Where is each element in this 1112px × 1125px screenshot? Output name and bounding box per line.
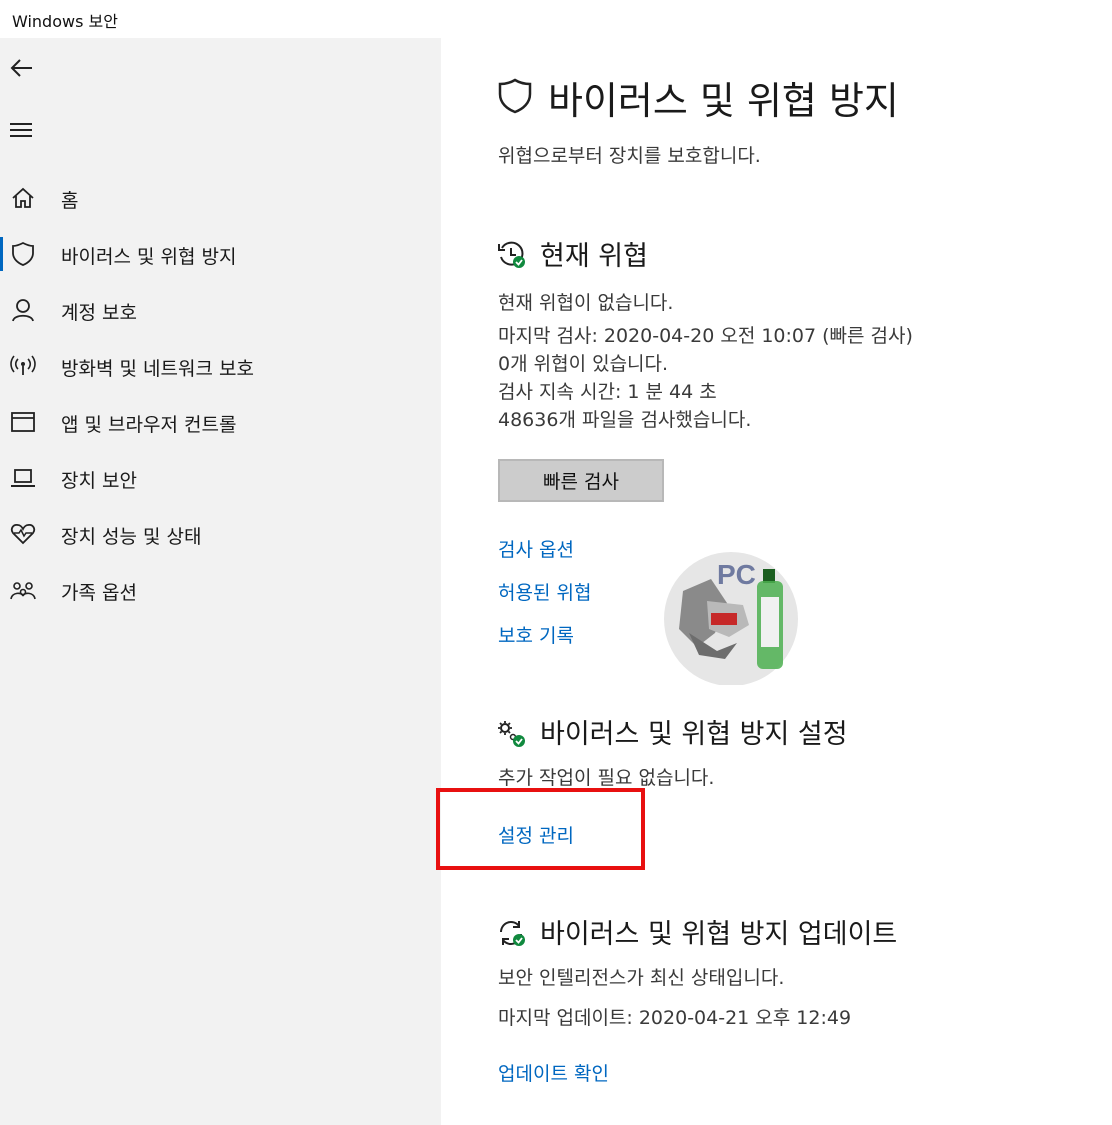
title-bar: Windows 보안 — [0, 0, 1112, 38]
family-icon — [10, 582, 36, 600]
check-updates-link[interactable]: 업데이트 확인 — [498, 1059, 609, 1086]
settings-heading: 바이러스 및 위협 방지 설정 — [540, 719, 848, 750]
sidebar-item-label: 장치 보안 — [61, 470, 137, 492]
update-refresh-icon — [500, 921, 525, 946]
sidebar-item-label: 방화벽 및 네트워크 보호 — [61, 358, 254, 380]
shield-icon — [498, 78, 532, 114]
scan-options-link[interactable]: 검사 옵션 — [498, 535, 574, 562]
home-icon — [12, 187, 34, 208]
sidebar-item-label: 바이러스 및 위협 방지 — [61, 246, 237, 268]
threat-status-text: 현재 위협이 없습니다. — [498, 292, 674, 314]
updates-heading: 바이러스 및 위협 방지 업데이트 — [540, 919, 898, 950]
sidebar-item-app-browser-control[interactable]: 앱 및 브라우저 컨트롤 — [0, 397, 441, 447]
sidebar-item-account-protection[interactable]: 계정 보호 — [0, 285, 441, 335]
last-update-text: 마지막 업데이트: 2020-04-21 오후 12:49 — [498, 1007, 852, 1029]
hamburger-menu-button[interactable] — [8, 116, 36, 144]
threat-count-text: 0개 위협이 있습니다. — [498, 353, 669, 375]
page-title: 바이러스 및 위협 방지 — [548, 79, 899, 123]
hamburger-icon — [10, 123, 32, 137]
window-title: Windows 보안 — [12, 12, 118, 31]
sidebar-item-label: 가족 옵션 — [61, 582, 137, 604]
back-button[interactable] — [8, 54, 36, 82]
sidebar-item-firewall[interactable]: 방화벽 및 네트워크 보호 — [0, 341, 441, 391]
sidebar-item-label: 계정 보호 — [61, 302, 137, 324]
antenna-icon — [10, 355, 36, 375]
heart-pulse-icon — [10, 523, 36, 545]
shield-icon — [12, 241, 34, 266]
sidebar-item-device-security[interactable]: 장치 보안 — [0, 453, 441, 503]
current-threats-heading: 현재 위협 — [540, 241, 648, 272]
watermark-text: PC — [717, 559, 756, 590]
settings-gears-icon — [498, 721, 525, 747]
protection-history-link[interactable]: 보호 기록 — [498, 621, 574, 648]
settings-status-text: 추가 작업이 필요 없습니다. — [498, 767, 715, 789]
scan-duration-text: 검사 지속 시간: 1 분 44 초 — [498, 381, 717, 403]
sidebar-item-label: 홈 — [61, 190, 79, 212]
scan-clock-icon — [498, 241, 525, 268]
sidebar-item-label: 장치 성능 및 상태 — [61, 526, 202, 548]
allowed-threats-link[interactable]: 허용된 위협 — [498, 578, 591, 605]
browser-window-icon — [11, 412, 35, 432]
highlight-box — [436, 788, 645, 870]
page-subtitle: 위협으로부터 장치를 보호합니다. — [498, 145, 761, 167]
updates-status-text: 보안 인텔리전스가 최신 상태입니다. — [498, 967, 785, 989]
quick-scan-button[interactable]: 빠른 검사 — [498, 459, 664, 502]
back-arrow-icon — [10, 59, 32, 77]
sidebar-item-family-options[interactable]: 가족 옵션 — [0, 565, 441, 615]
laptop-icon — [11, 469, 35, 487]
sidebar-item-label: 앱 및 브라우저 컨트롤 — [61, 414, 237, 436]
sidebar-item-home[interactable]: 홈 — [0, 173, 441, 223]
files-scanned-text: 48636개 파일을 검사했습니다. — [498, 409, 752, 431]
sidebar-item-device-health[interactable]: 장치 성능 및 상태 — [0, 509, 441, 559]
last-scan-text: 마지막 검사: 2020-04-20 오전 10:07 (빠른 검사) — [498, 325, 913, 347]
person-icon — [12, 299, 34, 322]
sidebar-item-virus-protection[interactable]: 바이러스 및 위협 방지 — [0, 229, 441, 279]
watermark-logo: PC — [645, 533, 823, 685]
